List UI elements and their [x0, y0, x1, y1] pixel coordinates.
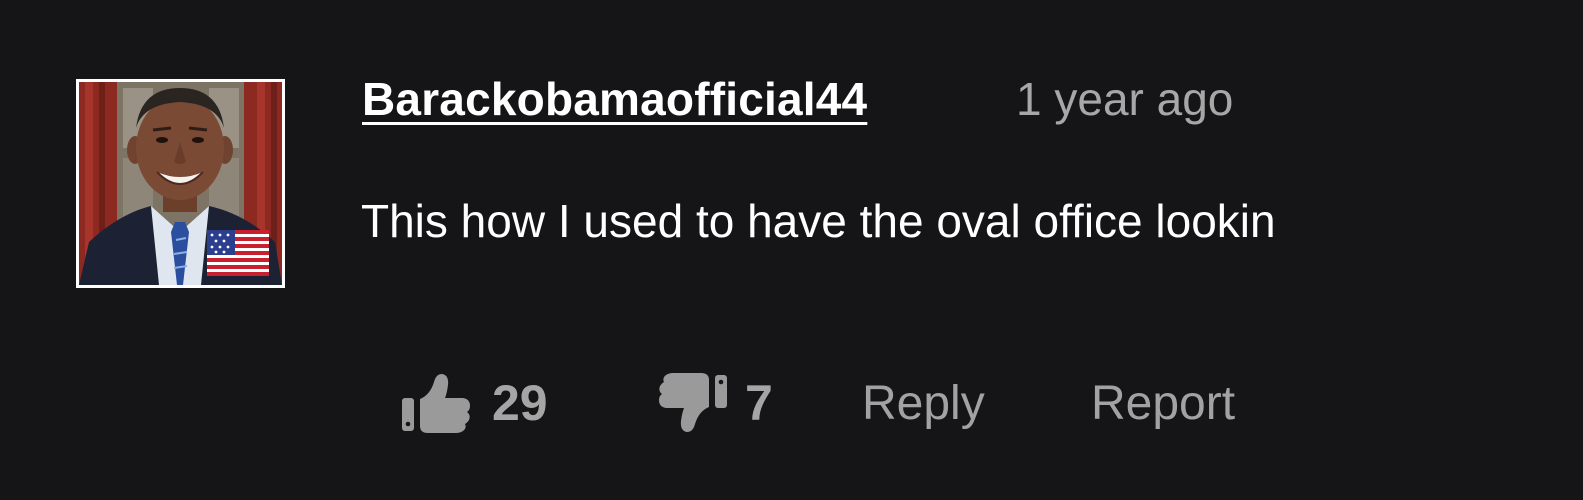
- username-link[interactable]: Barackobamaofficial44: [362, 72, 867, 126]
- dislike-count: 7: [745, 375, 773, 431]
- reply-button[interactable]: Reply: [862, 376, 985, 431]
- thumbs-up-icon: [402, 374, 470, 433]
- timestamp: 1 year ago: [1016, 73, 1234, 125]
- comment: Barackobamaofficial44 1 year ago This ho…: [0, 0, 1583, 500]
- dislike-button[interactable]: 7: [657, 372, 773, 434]
- report-button[interactable]: Report: [1091, 376, 1235, 431]
- avatar[interactable]: [76, 79, 285, 288]
- like-button[interactable]: 29: [402, 372, 548, 434]
- comment-text: This how I used to have the oval office …: [361, 195, 1276, 247]
- user-avatar-photo: [79, 82, 282, 285]
- like-count: 29: [492, 375, 548, 431]
- thumbs-down-icon: [659, 373, 727, 432]
